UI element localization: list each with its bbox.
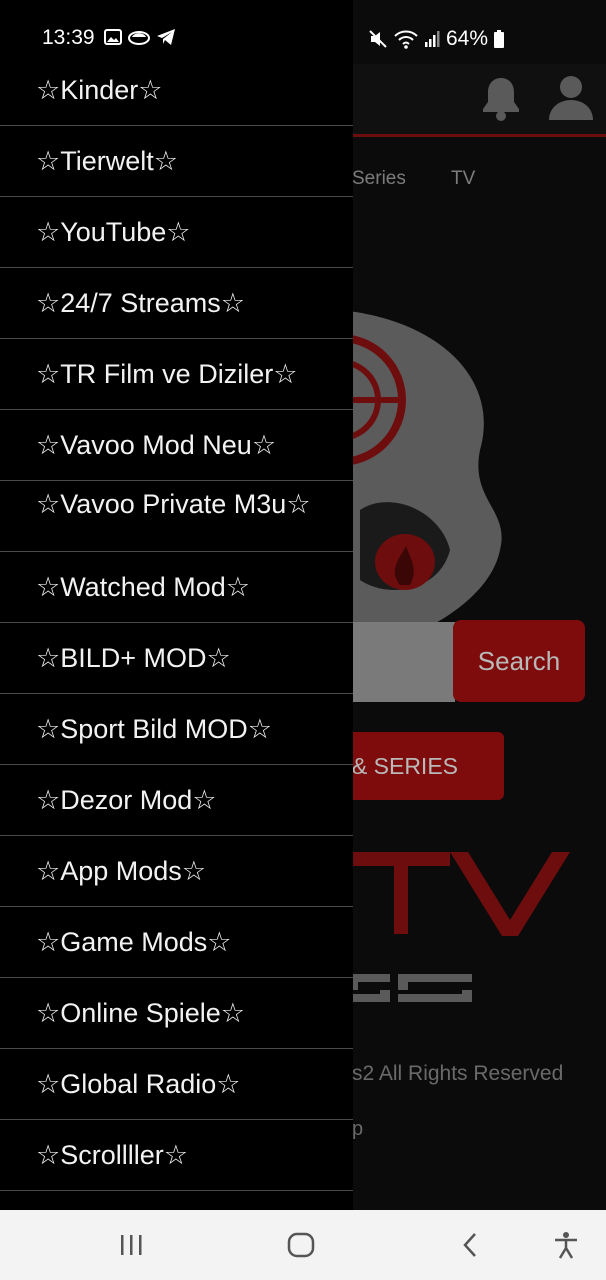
mute-icon [369,30,387,48]
tab-tv[interactable]: TV [451,168,475,190]
accessibility-icon [555,1232,577,1259]
cloud-icon [128,31,150,45]
home-icon [287,1232,315,1258]
drawer-item-app-mods[interactable]: ☆App Mods☆ [0,836,353,907]
telegram-icon [157,29,175,45]
back-chevron-icon [463,1233,476,1257]
user-profile-icon[interactable] [546,72,596,122]
drawer-item-24-7-streams[interactable]: ☆24/7 Streams☆ [0,268,353,339]
notification-bell-icon[interactable] [478,74,524,122]
signal-icon [425,31,440,47]
recent-apps-icon [121,1235,142,1255]
drawer-item-scrollller[interactable]: ☆Scrollller☆ [0,1120,353,1191]
tab-series[interactable]: Series [352,168,406,190]
search-input[interactable] [340,622,455,702]
status-bar: 13:39 64% [0,0,606,62]
drawer-item-youtube[interactable]: ☆YouTube☆ [0,197,353,268]
drawer-item-bild-plus-mod[interactable]: ☆BILD+ MOD☆ [0,623,353,694]
wifi-icon [394,30,418,49]
drawer-item-tierwelt[interactable]: ☆Tierwelt☆ [0,126,353,197]
footer-link[interactable]: p [352,1118,363,1141]
drawer-item-game-mods[interactable]: ☆Game Mods☆ [0,907,353,978]
navigation-drawer: ☆Kinder☆ ☆Tierwelt☆ ☆YouTube☆ ☆24/7 Stre… [0,0,353,1210]
drawer-item-online-spiele[interactable]: ☆Online Spiele☆ [0,978,353,1049]
drawer-item-global-radio[interactable]: ☆Global Radio☆ [0,1049,353,1120]
drawer-menu-list: ☆Kinder☆ ☆Tierwelt☆ ☆YouTube☆ ☆24/7 Stre… [0,55,353,1191]
image-icon [104,29,122,45]
drawer-item-tr-film-ve-diziler[interactable]: ☆TR Film ve Diziler☆ [0,339,353,410]
search-button[interactable]: Search [453,620,585,702]
drawer-item-dezor-mod[interactable]: ☆Dezor Mod☆ [0,765,353,836]
drawer-item-watched-mod[interactable]: ☆Watched Mod☆ [0,552,353,623]
drawer-item-kinder[interactable]: ☆Kinder☆ [0,55,353,126]
recent-apps-button[interactable] [111,1228,151,1262]
drawer-item-vavoo-private-m3u[interactable]: ☆Vavoo Private M3u☆ [0,481,353,552]
accessibility-button[interactable] [546,1228,586,1262]
status-system-icons: 64% [368,27,505,51]
drawer-item-sport-bild-mod[interactable]: ☆Sport Bild MOD☆ [0,694,353,765]
drawer-item-vavoo-mod-neu[interactable]: ☆Vavoo Mod Neu☆ [0,410,353,481]
home-button[interactable] [281,1228,321,1262]
status-time: 13:39 [42,26,95,49]
battery-icon [494,30,505,48]
system-navigation-bar [0,1210,606,1280]
back-button[interactable] [450,1228,490,1262]
battery-percentage: 64% [446,27,489,50]
footer-rights-text: s2 All Rights Reserved [352,1062,564,1085]
status-notification-icons [104,28,176,46]
